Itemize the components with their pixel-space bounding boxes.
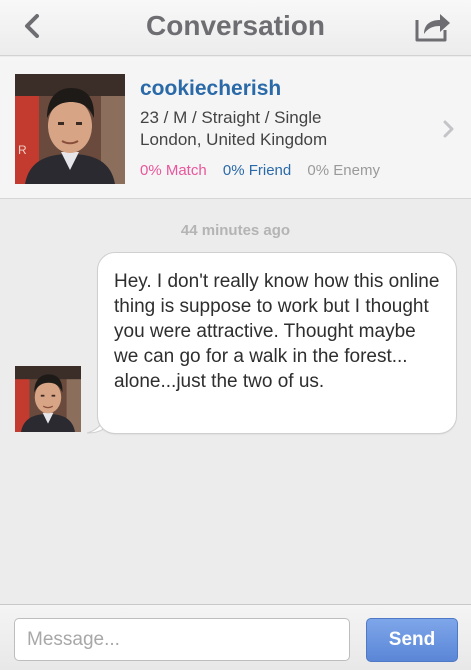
profile-info: cookiecherish 23 / M / Straight / Single… <box>140 75 431 181</box>
send-button[interactable]: Send <box>366 618 458 662</box>
match-stats: 0% Match 0% Friend 0% Enemy <box>140 161 431 181</box>
profile-details: 23 / M / Straight / Single London, Unite… <box>140 107 431 151</box>
composer-bar: Send <box>0 604 471 670</box>
nav-bar: Conversation <box>0 0 471 56</box>
profile-disclosure[interactable] <box>441 119 457 139</box>
share-button[interactable] <box>411 8 455 44</box>
profile-photo-image: R <box>15 74 125 184</box>
profile-demographics: 23 / M / Straight / Single <box>140 108 322 127</box>
message-bubble: Hey. I don't really know how this online… <box>97 252 457 434</box>
message-text: Hey. I don't really know how this online… <box>114 271 440 392</box>
conversation-screen: Conversation R cookiecherish 23 / M / St… <box>0 0 471 670</box>
profile-location: London, United Kingdom <box>140 130 328 149</box>
message-timestamp: 44 minutes ago <box>180 222 291 239</box>
share-icon <box>415 14 450 42</box>
avatar-image <box>15 366 81 432</box>
svg-text:R: R <box>18 143 27 157</box>
page-title: Conversation <box>146 10 325 41</box>
message-input[interactable] <box>14 618 350 661</box>
sender-avatar[interactable] <box>15 366 81 432</box>
profile-photo[interactable]: R <box>15 74 125 184</box>
chevron-right-icon <box>443 120 454 138</box>
username[interactable]: cookiecherish <box>140 75 431 103</box>
match-percentage: 0% Match <box>140 162 207 179</box>
enemy-percentage: 0% Enemy <box>307 162 380 179</box>
friend-percentage: 0% Friend <box>222 162 292 179</box>
profile-summary[interactable]: R cookiecherish 23 / M / Straight / Sing… <box>0 57 471 199</box>
